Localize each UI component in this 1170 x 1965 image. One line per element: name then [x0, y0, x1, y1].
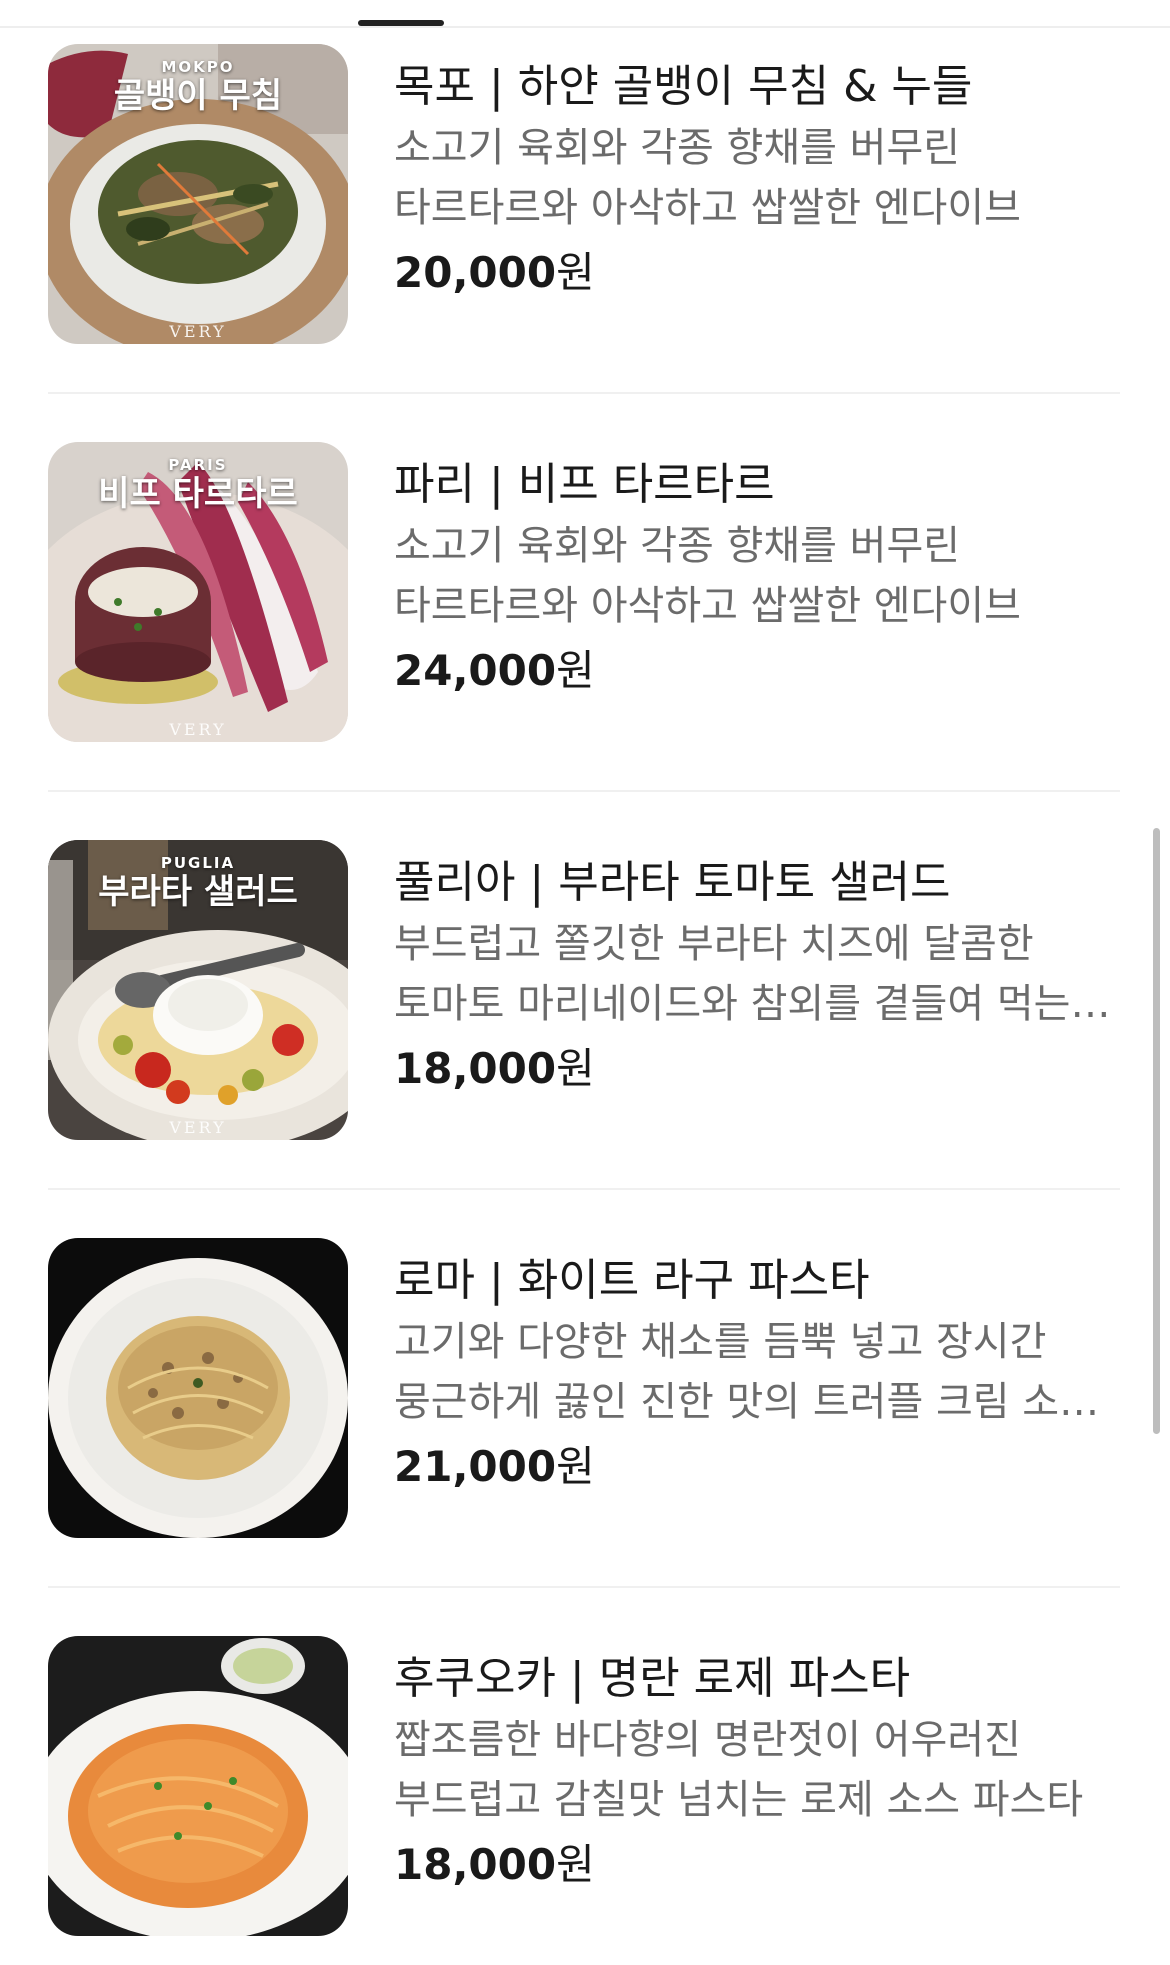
price-amount: 18,000 — [394, 1044, 557, 1093]
photo-brand-watermark: VERY — [169, 322, 227, 341]
menu-item-price: 20,000원 — [394, 244, 1120, 302]
price-amount: 20,000 — [394, 248, 557, 297]
menu-item-description: 소고기 육회와 각종 향채를 버무린 타르타르와 아삭하고 쌉쌀한 엔다이브 — [394, 125, 1021, 231]
price-unit: 원 — [556, 248, 595, 297]
menu-item-photo[interactable]: PUGLIA 부라타 샐러드 VERY — [48, 840, 348, 1140]
menu-item-name: 파리 | 비프 타르타르 — [394, 459, 775, 510]
price-unit: 원 — [556, 1840, 595, 1889]
menu-item-info: 후쿠오카 | 명란 로제 파스타 짭조름한 바다향의 명란젓이 어우러진 부드럽… — [394, 1650, 1120, 1894]
photo-city-label: PUGLIA — [160, 854, 236, 872]
menu-item-photo[interactable]: PARIS 비프 타르타르 VERY — [48, 442, 348, 742]
menu-item-photo[interactable] — [48, 1238, 348, 1538]
menu-item[interactable]: 후쿠오카 | 명란 로제 파스타 짭조름한 바다향의 명란젓이 어우러진 부드럽… — [48, 1636, 1120, 1936]
active-tab-indicator — [358, 20, 444, 26]
menu-item[interactable]: PARIS 비프 타르타르 VERY 파리 | 비프 타르타르 소고기 육회와 … — [48, 442, 1120, 742]
photo-caption: PARIS 비프 타르타르 — [48, 456, 348, 514]
photo-caption: PUGLIA 부라타 샐러드 — [48, 854, 348, 912]
divider — [48, 1188, 1120, 1190]
menu-item-price: 24,000원 — [394, 642, 1120, 700]
menu-item-description: 고기와 다양한 채소를 듬뿍 넣고 장시간 뭉근하게 끓인 진한 맛의 트러플 … — [394, 1319, 1096, 1425]
menu-item-price: 18,000원 — [394, 1040, 1120, 1098]
photo-city-label: PARIS — [168, 456, 228, 474]
menu-item[interactable]: PUGLIA 부라타 샐러드 VERY 풀리아 | 부라타 토마토 샐러드 부드… — [48, 840, 1120, 1140]
divider — [48, 790, 1120, 792]
menu-item-photo[interactable]: MOKPO 골뱅이 무침 VERY — [48, 44, 348, 344]
photo-dish-label: 골뱅이 무침 — [113, 76, 283, 116]
price-unit: 원 — [556, 1442, 595, 1491]
price-amount: 24,000 — [394, 646, 557, 695]
price-unit: 원 — [556, 646, 595, 695]
photo-brand-watermark: VERY — [169, 720, 227, 739]
menu-item-info: 로마 | 화이트 라구 파스타 고기와 다양한 채소를 듬뿍 넣고 장시간 뭉근… — [394, 1252, 1120, 1496]
divider — [48, 392, 1120, 394]
menu-item-name: 풀리아 | 부라타 토마토 샐러드 — [394, 857, 951, 908]
menu-item[interactable]: MOKPO 골뱅이 무침 VERY 목포 | 하얀 골뱅이 무침 & 누들 소고… — [48, 44, 1120, 344]
menu-item-price: 18,000원 — [394, 1836, 1120, 1894]
white-ragu-pasta-image — [48, 1238, 348, 1538]
menu-item-description: 부드럽고 쫄깃한 부라타 치즈에 달콤한 토마토 마리네이드와 참외를 곁들여 … — [394, 921, 1071, 1027]
menu-item-name: 목포 | 하얀 골뱅이 무침 & 누들 — [394, 61, 973, 112]
photo-dish-label: 부라타 샐러드 — [98, 872, 298, 912]
menu-item-info: 목포 | 하얀 골뱅이 무침 & 누들 소고기 육회와 각종 향채를 버무린 타… — [394, 58, 1120, 302]
divider — [48, 1586, 1120, 1588]
menu-item[interactable]: 로마 | 화이트 라구 파스타 고기와 다양한 채소를 듬뿍 넣고 장시간 뭉근… — [48, 1238, 1120, 1538]
price-amount: 21,000 — [394, 1442, 557, 1491]
price-unit: 원 — [556, 1044, 595, 1093]
menu-item-info: 풀리아 | 부라타 토마토 샐러드 부드럽고 쫄깃한 부라타 치즈에 달콤한 토… — [394, 854, 1120, 1098]
mentaiko-rose-pasta-image — [48, 1636, 348, 1936]
photo-city-label: MOKPO — [161, 58, 235, 76]
menu-item-photo[interactable] — [48, 1636, 348, 1936]
menu-item-price: 21,000원 — [394, 1438, 1120, 1496]
menu-item-name: 후쿠오카 | 명란 로제 파스타 — [394, 1653, 911, 1704]
top-tab-bar — [0, 0, 1170, 28]
photo-brand-watermark: VERY — [169, 1118, 227, 1137]
price-amount: 18,000 — [394, 1840, 557, 1889]
menu-item-description: 소고기 육회와 각종 향채를 버무린 타르타르와 아삭하고 쌉쌀한 엔다이브 — [394, 523, 1021, 629]
menu-item-name: 로마 | 화이트 라구 파스타 — [394, 1255, 870, 1306]
photo-dish-label: 비프 타르타르 — [98, 474, 298, 514]
scrollbar[interactable] — [1153, 828, 1160, 1434]
menu-item-info: 파리 | 비프 타르타르 소고기 육회와 각종 향채를 버무린 타르타르와 아삭… — [394, 456, 1120, 700]
photo-caption: MOKPO 골뱅이 무침 — [48, 58, 348, 116]
menu-item-description: 짭조름한 바다향의 명란젓이 어우러진 부드럽고 감칠맛 넘치는 로제 소스 파… — [394, 1717, 1084, 1823]
